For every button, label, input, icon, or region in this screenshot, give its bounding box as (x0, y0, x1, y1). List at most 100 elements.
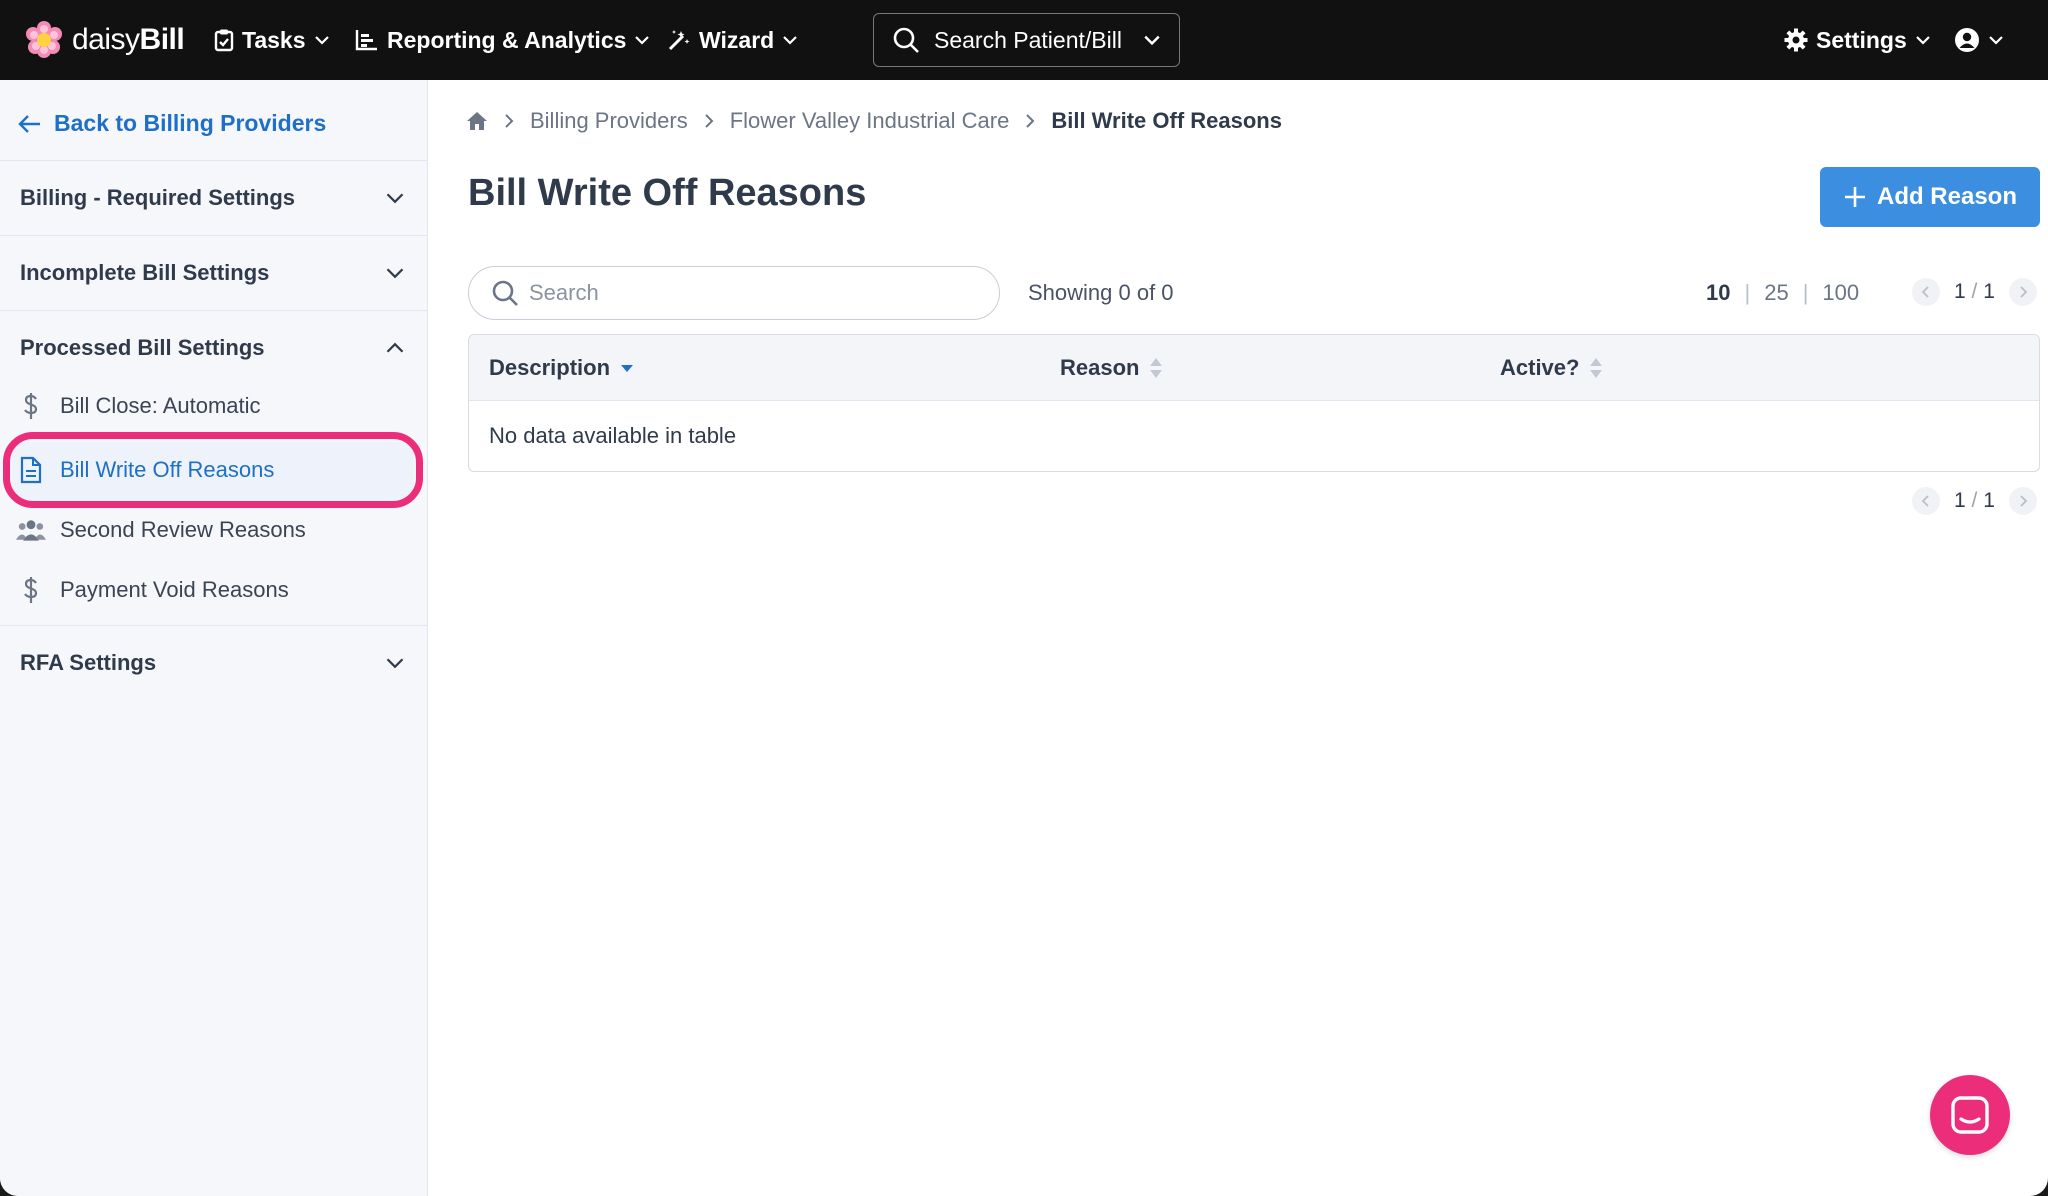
section-processed-bill[interactable]: Processed Bill Settings (0, 310, 427, 385)
section-label: RFA Settings (20, 650, 157, 675)
column-active[interactable]: Active? (1500, 355, 1603, 381)
sidebar-item-second-review-reasons[interactable]: Second Review Reasons (16, 516, 306, 544)
next-page-button[interactable] (2008, 278, 2037, 306)
page-title: Bill Write Off Reasons (468, 172, 867, 214)
separator: | (1744, 280, 1751, 305)
section-label: Billing - Required Settings (20, 185, 296, 210)
section-incomplete-bill[interactable]: Incomplete Bill Settings (0, 235, 427, 310)
plus-icon (1844, 187, 1865, 207)
top-navbar: daisyBill Tasks Reporting & Analytics Wi… (0, 0, 2048, 80)
nav-wizard-label: Wizard (699, 26, 775, 53)
add-reason-button[interactable]: Add Reason (1820, 167, 2040, 227)
empty-table-message: No data available in table (489, 423, 737, 448)
chevron-right-icon (705, 114, 714, 128)
arrow-left-icon (18, 114, 40, 133)
patient-bill-search-label: Search Patient/Bill (934, 26, 1122, 53)
chevron-left-icon (1921, 495, 1929, 507)
nav-tasks-label: Tasks (242, 26, 306, 53)
back-to-billing-providers-link[interactable]: Back to Billing Providers (18, 110, 326, 137)
chevron-down-icon (386, 658, 404, 669)
chat-icon (1951, 1096, 1989, 1134)
breadcrumb-provider[interactable]: Flower Valley Industrial Care (730, 108, 1010, 134)
sidebar-item-payment-void-reasons[interactable]: Payment Void Reasons (16, 576, 289, 604)
chevron-down-icon (1989, 36, 2003, 45)
next-page-button[interactable] (2008, 487, 2037, 515)
chevron-down-icon (1915, 36, 1930, 45)
chevron-down-icon (1144, 35, 1160, 46)
chevron-left-icon (1921, 286, 1929, 298)
chevron-up-icon (386, 342, 404, 353)
app-window: daisyBill Tasks Reporting & Analytics Wi… (0, 0, 2048, 1196)
write-off-reasons-table: Description Reason Active? No data avail… (468, 334, 2040, 472)
section-rfa-settings[interactable]: RFA Settings (0, 625, 427, 700)
chevron-down-icon (635, 36, 650, 45)
table-header: Description Reason Active? (469, 335, 2039, 401)
main-content: Billing Providers Flower Valley Industri… (428, 80, 2048, 1196)
magic-wand-icon (668, 30, 690, 51)
page-indicator: 1 / 1 (1954, 280, 1995, 303)
nav-settings-label: Settings (1816, 26, 1907, 53)
sort-icon (1590, 358, 1603, 378)
dollar-icon (16, 576, 46, 604)
prev-page-button[interactable] (1912, 487, 1940, 515)
sidebar-item-label: Bill Close: Automatic (60, 393, 261, 418)
results-count: Showing 0 of 0 (1028, 280, 1174, 305)
daisybill-logo[interactable]: daisyBill (24, 20, 185, 60)
prev-page-button[interactable] (1912, 278, 1940, 306)
chevron-right-icon (505, 114, 514, 128)
chevron-right-icon (1026, 114, 1035, 128)
page-size-selector: 10 | 25 | 100 (1706, 280, 1859, 306)
chevron-down-icon (314, 36, 329, 45)
support-chat-button[interactable] (1930, 1075, 2010, 1155)
section-label: Incomplete Bill Settings (20, 260, 270, 285)
user-avatar-icon (1955, 28, 1979, 52)
nav-wizard[interactable]: Wizard (667, 22, 798, 58)
sort-desc-icon (621, 365, 634, 372)
nav-settings[interactable]: Settings (1784, 22, 1931, 58)
back-link-label: Back to Billing Providers (54, 110, 327, 136)
sidebar-item-label: Second Review Reasons (60, 517, 306, 542)
daisy-flower-icon (26, 21, 62, 58)
bar-chart-icon (355, 30, 377, 51)
page-indicator: 1 / 1 (1954, 489, 1995, 512)
breadcrumb-billing-providers[interactable]: Billing Providers (530, 108, 688, 134)
home-icon[interactable] (466, 111, 488, 131)
chevron-right-icon (2020, 495, 2028, 507)
chevron-right-icon (2020, 286, 2028, 298)
nav-tasks[interactable]: Tasks (214, 22, 330, 58)
users-icon (16, 516, 46, 544)
page-size-10[interactable]: 10 (1706, 280, 1730, 306)
separator: | (1802, 280, 1809, 305)
clipboard-check-icon (214, 29, 234, 52)
page-size-25[interactable]: 25 (1764, 280, 1788, 306)
search-icon (492, 280, 518, 306)
column-reason[interactable]: Reason (1060, 355, 1163, 381)
pagination-bottom: 1 / 1 (1912, 487, 2037, 515)
nav-reporting-label: Reporting & Analytics (387, 26, 627, 53)
pagination-top: 1 / 1 (1912, 278, 2037, 306)
chevron-down-icon (783, 36, 797, 45)
highlight-annotation-ring (3, 432, 423, 508)
settings-sidebar: Back to Billing Providers Billing - Requ… (0, 80, 428, 1196)
gear-icon (1784, 28, 1808, 52)
logo-wordmark: daisyBill (72, 23, 185, 56)
breadcrumb: Billing Providers Flower Valley Industri… (466, 104, 1282, 138)
page-size-100[interactable]: 100 (1822, 280, 1859, 306)
column-description[interactable]: Description (489, 355, 634, 381)
chevron-down-icon (386, 268, 404, 279)
table-search-input[interactable]: Search (468, 266, 1000, 320)
sidebar-item-bill-close[interactable]: Bill Close: Automatic (16, 392, 261, 420)
patient-bill-search[interactable]: Search Patient/Bill (873, 13, 1180, 67)
sidebar-item-label: Payment Void Reasons (60, 577, 289, 602)
dollar-icon (16, 392, 46, 420)
sort-icon (1150, 358, 1163, 378)
section-label: Processed Bill Settings (20, 335, 265, 360)
add-reason-label: Add Reason (1876, 183, 2017, 210)
nav-reporting[interactable]: Reporting & Analytics (355, 22, 650, 58)
section-billing-required[interactable]: Billing - Required Settings (0, 160, 427, 235)
breadcrumb-current: Bill Write Off Reasons (1051, 108, 1282, 133)
search-icon (893, 27, 919, 53)
nav-user-menu[interactable] (1954, 22, 2004, 58)
table-search-placeholder: Search (529, 280, 599, 305)
chevron-down-icon (386, 193, 404, 204)
